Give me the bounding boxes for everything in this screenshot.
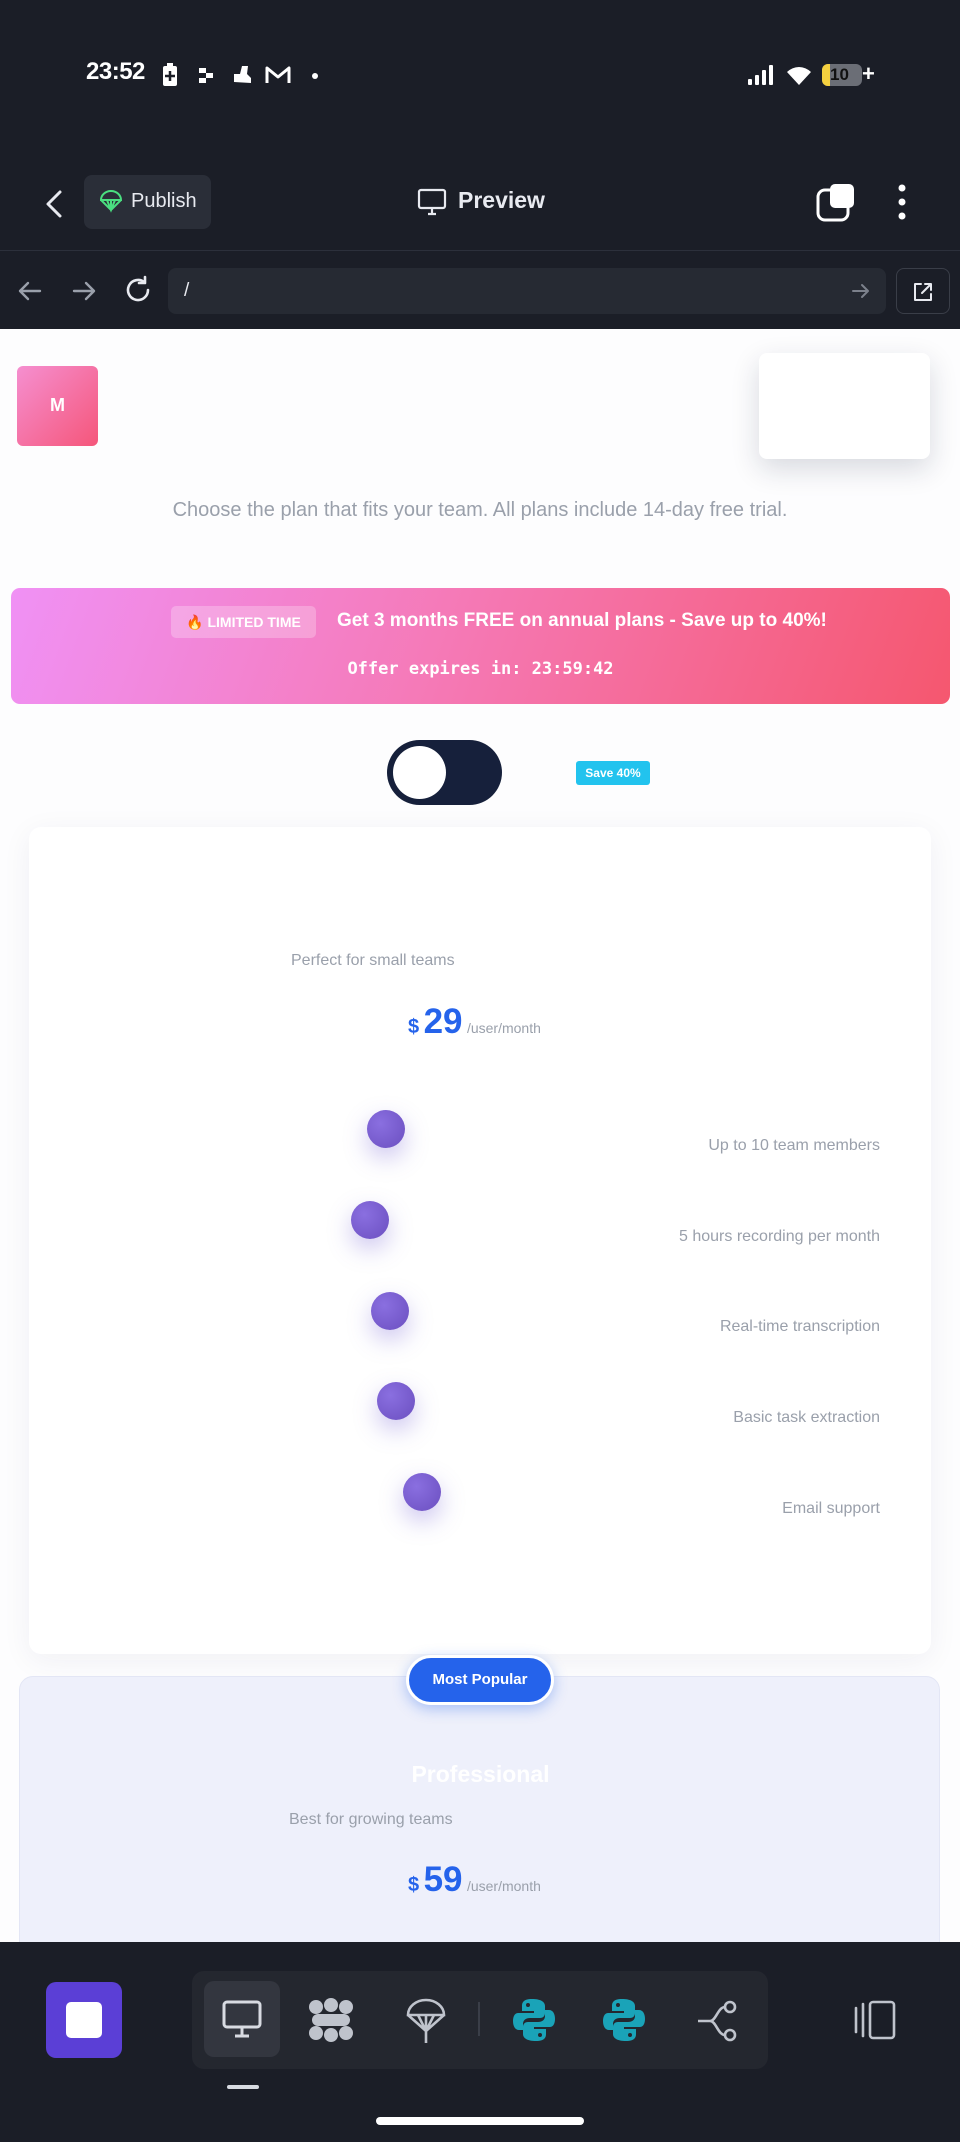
most-popular-badge: Most Popular [406, 1655, 554, 1705]
billing-toggle[interactable] [387, 740, 502, 805]
feature-item: Email support [782, 1500, 880, 1517]
url-path: / [184, 280, 190, 301]
feature-bullet-icon [351, 1201, 389, 1239]
wifi-icon [787, 67, 811, 85]
feature-bullet-icon [367, 1110, 405, 1148]
back-chevron-icon[interactable] [40, 186, 68, 222]
plan-price: $ 59 /user/month [408, 1860, 541, 1900]
divider [478, 2002, 480, 2036]
panel-icon[interactable] [852, 1998, 898, 2042]
status-time: 23:52 [86, 58, 145, 85]
limited-time-badge: 🔥 LIMITED TIME [171, 606, 316, 638]
promo-countdown: Offer expires in: 23:59:42 [347, 659, 614, 679]
save-badge: Save 40% [576, 761, 650, 785]
battery-icon: 10 + [822, 61, 875, 88]
toggle-knob [393, 746, 446, 799]
python-icon[interactable] [512, 1997, 556, 2043]
price-amount: 29 [423, 1002, 463, 1041]
promo-headline: Get 3 months FREE on annual plans - Save… [337, 610, 827, 631]
price-period: /user/month [466, 1878, 541, 1894]
url-bar: / [0, 251, 960, 329]
monitor-icon [222, 2000, 262, 2038]
tool-group [192, 1971, 768, 2069]
signal-icon [748, 65, 773, 85]
feature-item: Real-time transcription [719, 1318, 880, 1335]
price-currency: $ [408, 1016, 420, 1038]
plan-name: Professional [411, 1761, 550, 1787]
feature-item: 5 hours recording per month [679, 1228, 880, 1245]
dot-icon [312, 73, 318, 79]
refresh-icon[interactable] [122, 274, 154, 306]
price-period: /user/month [466, 1020, 541, 1036]
open-external-icon [914, 283, 932, 301]
page-subtitle: Choose the plan that fits your team. All… [172, 499, 788, 521]
open-external-button[interactable] [896, 268, 950, 314]
promo-banner: 🔥 LIMITED TIME Get 3 months FREE on annu… [11, 588, 950, 704]
status-bar: 23:52 10 + [0, 0, 960, 160]
arrow-right-icon[interactable] [68, 276, 100, 306]
go-arrow-icon[interactable] [850, 281, 872, 301]
gmail-icon [265, 66, 291, 83]
parachute-icon[interactable] [404, 1997, 448, 2045]
price-amount: 59 [423, 1860, 463, 1899]
arrow-left-icon[interactable] [14, 276, 46, 306]
tool-preview-button[interactable] [204, 1981, 280, 2057]
publish-button[interactable]: Publish [84, 175, 211, 229]
feature-bullet-icon [371, 1292, 409, 1330]
preview-content: M Choose the plan that fits your team. A… [0, 329, 960, 1942]
plan-card-starter[interactable]: Perfect for small teams $ 29 /user/month… [29, 827, 931, 1654]
shoe-app-icon [234, 66, 251, 83]
feature-item: Up to 10 team members [708, 1137, 880, 1154]
plan-description: Perfect for small teams [291, 952, 455, 969]
preview-label[interactable]: Preview [458, 187, 545, 214]
parachute-icon [99, 190, 123, 213]
dots-app-icon [199, 68, 213, 83]
monitor-icon [417, 188, 447, 216]
logo: M [17, 366, 98, 446]
bottom-toolbar [0, 1942, 960, 2142]
feature-bullet-icon [377, 1382, 415, 1420]
price-currency: $ [408, 1874, 420, 1896]
home-indicator [376, 2117, 584, 2125]
url-input[interactable]: / [168, 268, 886, 314]
publish-label: Publish [131, 190, 197, 212]
python-icon[interactable] [602, 1997, 646, 2043]
branch-icon[interactable] [696, 1999, 742, 2043]
plan-card-professional[interactable]: Professional Best for growing teams $ 59… [19, 1676, 940, 1942]
stop-icon [66, 2002, 102, 2038]
header-card[interactable] [759, 353, 930, 459]
battery-saver-icon [163, 63, 177, 86]
active-indicator [227, 2085, 259, 2089]
battery-level: 10 [830, 65, 849, 84]
app-header: Publish Preview [0, 160, 960, 251]
stop-button[interactable] [46, 1982, 122, 2058]
brain-icon[interactable] [306, 1997, 356, 2043]
plan-price: $ 29 /user/month [408, 1002, 541, 1042]
tabs-icon[interactable] [814, 180, 858, 224]
more-vertical-icon[interactable] [886, 180, 918, 224]
logo-letter: M [50, 395, 65, 415]
plan-description: Best for growing teams [289, 1811, 453, 1828]
feature-item: Basic task extraction [733, 1409, 880, 1426]
